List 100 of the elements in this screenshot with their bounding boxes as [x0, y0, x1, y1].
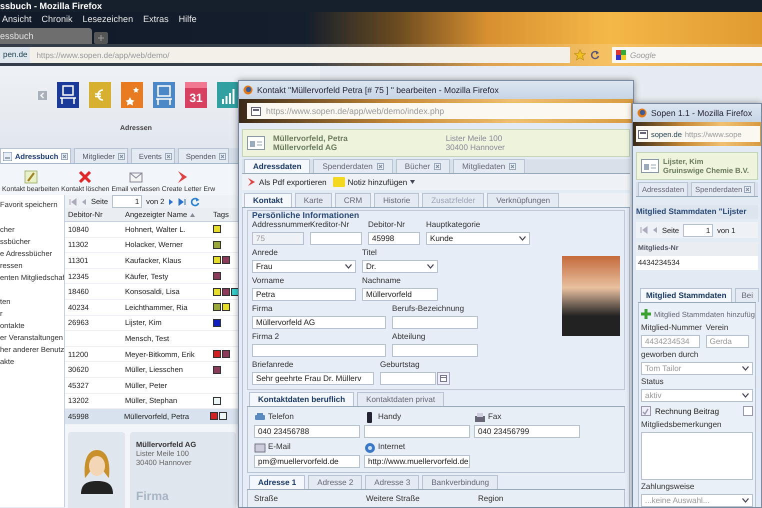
- toolbar-button[interactable]: Notiz hinzufügen: [332, 177, 416, 187]
- previous-page-icon: [81, 198, 87, 206]
- checkbox[interactable]: [743, 406, 753, 416]
- tab[interactable]: Mitglied Stammdaten: [640, 288, 732, 302]
- text-field[interactable]: 45998: [368, 232, 420, 245]
- calendar-button[interactable]: [437, 372, 450, 385]
- field-label: E-Mail: [268, 442, 291, 452]
- field-label: Zahlungsweise: [641, 482, 696, 492]
- text-field[interactable]: http://www.muellervorfeld.de: [364, 455, 470, 468]
- contact-card-icon: [641, 159, 659, 173]
- close-icon: [218, 152, 226, 160]
- field-label: Firma 2: [252, 332, 280, 342]
- text-field[interactable]: 040 23456788: [254, 425, 360, 438]
- coin-icon: [89, 82, 111, 108]
- date-field[interactable]: [380, 372, 436, 385]
- tab[interactable]: Kontakt: [244, 193, 292, 207]
- tab[interactable]: Karte: [294, 193, 332, 207]
- tab[interactable]: Kontaktdaten privat: [357, 392, 444, 406]
- field-label: Addressnummer: [252, 220, 308, 230]
- tab[interactable]: Adressdaten: [244, 159, 310, 173]
- field-label: Kreditor-Nr: [310, 220, 350, 230]
- tab[interactable]: Bei: [735, 288, 760, 302]
- dropdown[interactable]: Kunde: [426, 232, 530, 245]
- calendar-icon: [440, 375, 447, 382]
- menu-item[interactable]: Extras: [143, 14, 169, 24]
- field-label: Telefon: [268, 412, 294, 422]
- close-icon: [434, 163, 442, 170]
- fax-icon: [474, 412, 486, 422]
- tab[interactable]: Kontaktdaten beruflich: [249, 392, 354, 406]
- calendar-icon: 31: [185, 82, 207, 108]
- text-field[interactable]: [252, 344, 386, 357]
- tab[interactable]: Bücher: [396, 159, 450, 173]
- text-field[interactable]: [392, 316, 478, 329]
- field-label: Firma: [252, 304, 274, 314]
- tab[interactable]: Verknüpfungen: [487, 193, 560, 207]
- text-field[interactable]: [310, 232, 362, 245]
- dropdown[interactable]: Frau: [252, 260, 356, 273]
- pencil-icon: [24, 170, 38, 184]
- field-label: Geburtstag: [380, 360, 421, 370]
- field-label: Debitor-Nr: [368, 220, 406, 230]
- close-icon: [118, 152, 125, 160]
- monitor-icon: [153, 82, 175, 108]
- tab[interactable]: Adresse 3: [365, 475, 420, 489]
- pdf-icon: [246, 177, 256, 187]
- field-label: geworben durch: [641, 350, 700, 360]
- tab[interactable]: CRM: [334, 193, 372, 207]
- field-label: Nachname: [362, 276, 402, 286]
- field-label: Verein: [706, 323, 730, 333]
- checkbox[interactable]: [641, 406, 651, 416]
- close-icon: [509, 163, 516, 170]
- caret-icon: [410, 180, 416, 184]
- field-label: Hauptkategorie: [426, 220, 482, 230]
- field-label: Status: [641, 377, 665, 387]
- caret-icon: [742, 498, 749, 503]
- text-field[interactable]: pm@muellervorfeld.de: [254, 455, 360, 468]
- panel-title: Mitglied Stammdaten "Lijster: [636, 205, 758, 219]
- previous-page-icon: [652, 226, 658, 234]
- tab[interactable]: Adresse 1: [249, 475, 306, 489]
- address-bar[interactable]: pen.de https://www.sopen.de/app/web/demo/: [0, 47, 570, 63]
- text-field[interactable]: 040 23456799: [474, 425, 580, 438]
- field-label: Region: [478, 494, 504, 504]
- tab[interactable]: Bankverbindung: [422, 475, 498, 489]
- reload-icon: [590, 50, 600, 60]
- page-icon: [638, 130, 648, 138]
- collapse-icon: [38, 90, 47, 100]
- field-label: Mitglied-Nummer: [641, 323, 703, 333]
- menu-item[interactable]: Lesezeichen: [82, 14, 134, 24]
- menu-item[interactable]: Chronik: [42, 14, 73, 24]
- caret-icon: [519, 236, 526, 241]
- tab[interactable]: Historie: [374, 193, 420, 207]
- text-field[interactable]: [392, 344, 478, 357]
- last-page-icon: [178, 198, 186, 206]
- text-field[interactable]: Müllervorfeld: [362, 288, 438, 301]
- window-title: ssbuch - Mozilla Firefox: [0, 0, 762, 12]
- text-field[interactable]: Sehr geehrte Frau Dr. Müllerv: [252, 372, 374, 385]
- tab[interactable]: Adresse 2: [308, 475, 362, 489]
- toolbar-button[interactable]: Als Pdf exportieren: [246, 177, 327, 187]
- dropdown[interactable]: Dr.: [362, 260, 438, 273]
- menu-item[interactable]: Ansicht: [2, 14, 32, 24]
- close-icon: [376, 163, 384, 170]
- text-field[interactable]: Petra: [252, 288, 356, 301]
- field-label: Straße: [254, 494, 280, 504]
- new-tab-icon: [94, 32, 108, 44]
- delete-icon: [78, 170, 92, 184]
- text-field[interactable]: [364, 425, 470, 438]
- text-area[interactable]: [641, 432, 753, 480]
- caret-icon: [742, 366, 749, 371]
- field-label: Abteilung: [392, 332, 426, 342]
- refresh-icon: [190, 196, 200, 206]
- first-page-icon: [69, 198, 77, 206]
- tab[interactable]: Spenderdaten: [313, 159, 393, 173]
- close-icon: [744, 186, 752, 193]
- checkbox-label: Rechnung Beitrag: [654, 406, 720, 416]
- text-field[interactable]: Müllervorfeld AG: [252, 316, 386, 329]
- menu-item[interactable]: Hilfe: [178, 14, 197, 24]
- field-label: Anrede: [252, 248, 279, 258]
- site-identity[interactable]: pen.de: [0, 47, 30, 63]
- tab[interactable]: Mitgliedaten: [453, 159, 526, 173]
- field-label: Briefanrede: [252, 360, 294, 370]
- browser-tab[interactable]: essbuch: [0, 28, 92, 44]
